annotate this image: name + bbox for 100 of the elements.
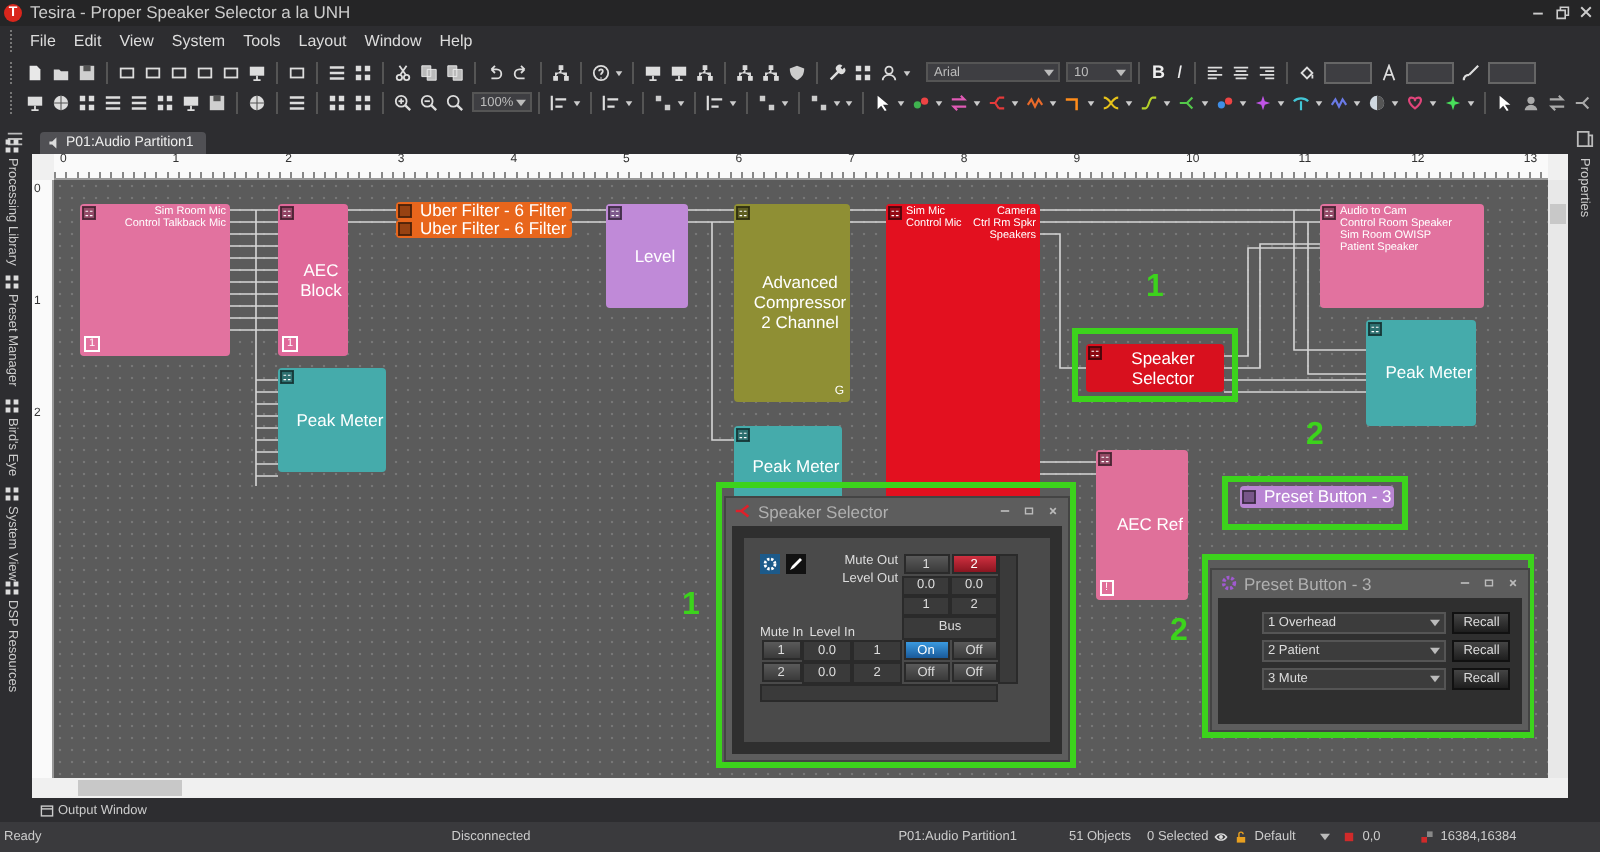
vertical-scrollbar[interactable] [1548,179,1568,779]
box-icon[interactable] [144,63,162,82]
box-icon[interactable] [288,63,306,82]
menu-item[interactable]: Window [364,32,422,51]
bars-icon[interactable] [104,93,122,112]
pointer-icon[interactable] [1496,93,1514,112]
caret-icon[interactable] [1430,645,1441,656]
align-icon[interactable] [550,93,568,112]
tree-icon[interactable] [736,63,754,82]
lock-icon[interactable] [1234,830,1249,845]
dots-icon[interactable] [912,93,930,112]
folder-icon[interactable] [52,63,70,82]
vertical-scrollbar[interactable] [998,553,1018,684]
box-icon[interactable] [170,63,188,82]
caret-icon[interactable] [1430,617,1441,628]
halfc-icon[interactable] [1368,93,1386,112]
grid-icon[interactable] [156,93,174,112]
bold-button[interactable]: B [1146,62,1171,83]
grid-icon[interactable] [4,273,20,290]
italic-button[interactable]: I [1171,62,1189,83]
text-color-dropdown[interactable] [1406,61,1455,84]
align-center-icon[interactable] [1232,63,1251,82]
grid-icon[interactable] [354,93,372,112]
wave-icon[interactable] [1330,93,1348,112]
horizontal-scrollbar[interactable] [760,683,998,702]
shield-icon[interactable] [788,63,806,82]
fill-color-dropdown[interactable] [1488,61,1537,84]
copy-icon[interactable] [446,63,464,82]
corner-icon[interactable] [1064,93,1082,112]
zoom-icon[interactable] [446,93,464,112]
zoomout-icon[interactable] [420,93,438,112]
distribute-icon[interactable] [654,93,672,112]
copy-icon[interactable] [420,63,438,82]
pointer-icon[interactable] [874,93,892,112]
tree-icon[interactable] [552,63,570,82]
caret-icon[interactable] [1320,832,1331,843]
pencil-icon[interactable] [786,553,806,574]
maximize-icon[interactable] [1482,576,1496,591]
screen-icon[interactable] [26,93,44,112]
wrench-icon[interactable] [828,63,846,82]
star-icon[interactable] [1444,93,1462,112]
brush-icon[interactable] [1462,63,1481,82]
grid-icon[interactable] [854,63,872,82]
swap-icon[interactable] [1548,93,1566,112]
dots-icon[interactable] [1216,93,1234,112]
cross-icon[interactable] [1102,93,1120,112]
page-icon[interactable] [26,63,44,82]
box-icon[interactable] [196,63,214,82]
fork-icon[interactable] [1178,93,1196,112]
arc-icon[interactable] [1292,93,1310,112]
close-icon[interactable] [1578,4,1594,21]
bars-icon[interactable] [288,93,306,112]
caret-icon[interactable] [1430,673,1441,684]
caret-icon[interactable] [1044,67,1054,78]
caret-icon[interactable] [516,97,526,108]
screen-icon[interactable] [248,63,266,82]
screen-icon[interactable] [182,93,200,112]
bars-icon[interactable] [328,63,346,82]
star-icon[interactable] [1254,93,1272,112]
bars-icon[interactable] [130,93,148,112]
redo-icon[interactable] [512,63,530,82]
tree-icon[interactable] [762,63,780,82]
screen-icon[interactable] [644,63,662,82]
swap-icon[interactable] [950,93,968,112]
menu-item[interactable]: Edit [73,32,102,51]
maximize-icon[interactable] [1022,504,1036,519]
fork-icon[interactable] [1574,93,1592,112]
paint-bucket-icon[interactable] [1298,63,1317,82]
person-icon[interactable] [880,63,898,82]
tree-icon[interactable] [696,63,714,82]
processing-block[interactable]: Speaker Selector [1086,343,1224,392]
menu-item[interactable]: File [30,32,56,51]
curve-icon[interactable] [1140,93,1158,112]
wave-icon[interactable] [1026,93,1044,112]
align-right-icon[interactable] [1258,63,1277,82]
restore-icon[interactable] [1554,4,1570,21]
undo-icon[interactable] [486,63,504,82]
zoomin-icon[interactable] [394,93,412,112]
align-left-icon[interactable] [1206,63,1225,82]
menu-item[interactable]: View [119,32,154,51]
screen-icon[interactable] [670,63,688,82]
menu-item[interactable]: Tools [243,32,281,51]
panel-list-icon[interactable] [6,129,24,148]
help-icon[interactable] [592,63,610,82]
align-icon[interactable] [602,93,620,112]
menu-item[interactable]: System [171,32,226,51]
box-icon[interactable] [222,63,240,82]
grid-icon[interactable] [78,93,96,112]
panel-list-icon[interactable] [1576,129,1594,148]
align-icon[interactable] [706,93,724,112]
menu-item[interactable]: Help [439,32,473,51]
distribute-icon[interactable] [758,93,776,112]
person-icon[interactable] [1522,93,1540,112]
gear-icon[interactable] [760,553,780,574]
distribute-icon[interactable] [810,93,828,112]
text-color-icon[interactable] [1380,63,1399,82]
box-icon[interactable] [118,63,136,82]
caret-icon[interactable] [1116,67,1126,78]
menu-item[interactable]: Layout [298,32,347,51]
heart-icon[interactable] [1406,93,1424,112]
